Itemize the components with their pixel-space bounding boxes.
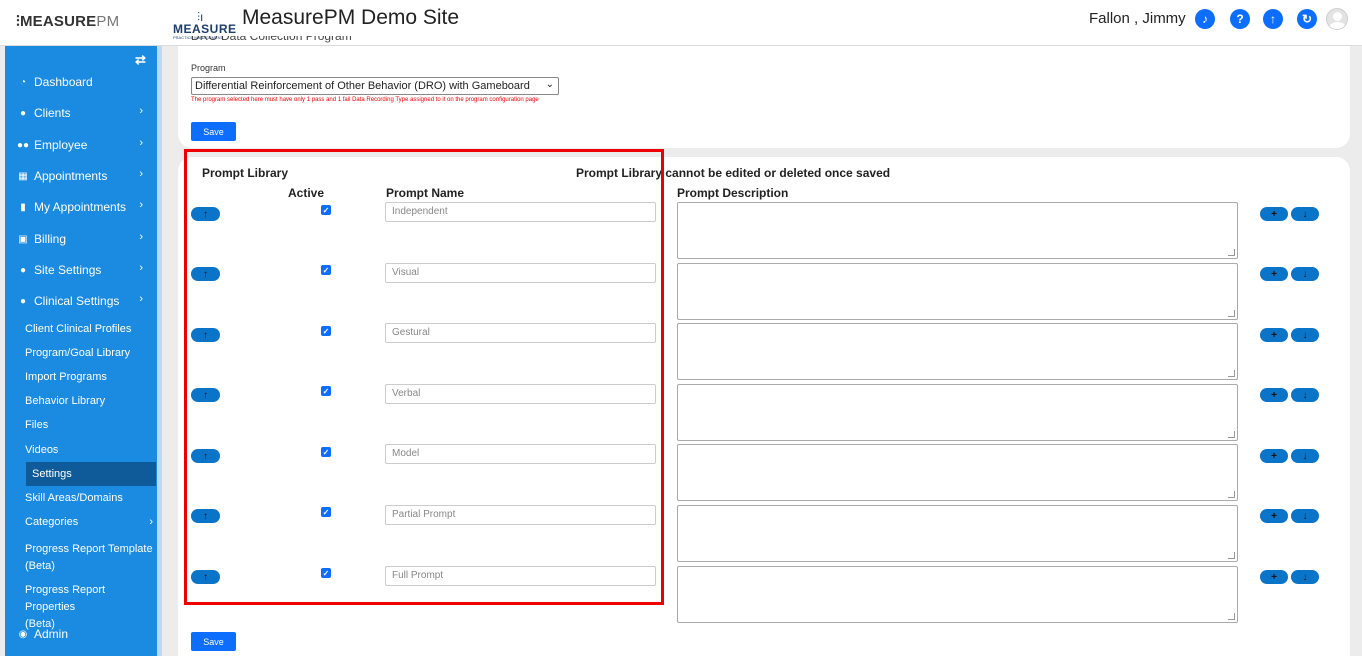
- prompt-description-textarea[interactable]: [677, 202, 1238, 259]
- user-circle-icon: ◉: [18, 628, 28, 640]
- sidebar-subitem-files[interactable]: Files: [25, 419, 48, 431]
- sidebar-item-employee[interactable]: ●● Employee ›: [5, 134, 157, 156]
- sidebar-item-clinical-settings[interactable]: ● Clinical Settings ›: [5, 290, 157, 312]
- sidebar-subitem-client-clinical-profiles[interactable]: Client Clinical Profiles: [25, 323, 131, 335]
- sidebar-subitem-videos[interactable]: Videos: [25, 444, 58, 456]
- highlight-box: [184, 149, 664, 605]
- chevron-right-icon: ›: [139, 199, 143, 211]
- upload-icon[interactable]: ↑: [1263, 9, 1283, 29]
- sidebar-subitem-skill-areas-domains[interactable]: Skill Areas/Domains: [25, 492, 123, 504]
- arrow-down-icon: ↓: [1302, 450, 1308, 462]
- sidebar-item-dashboard[interactable]: ◔ Dashboard: [5, 71, 157, 93]
- chevron-right-icon: ›: [139, 137, 143, 149]
- move-down-button[interactable]: ↓: [1291, 449, 1319, 463]
- sidebar-scrollbar[interactable]: [157, 46, 162, 656]
- user-icon: ●: [19, 107, 27, 119]
- page-title: MeasurePM Demo Site: [242, 6, 460, 29]
- arrow-down-icon: ↓: [1302, 389, 1308, 401]
- move-down-button[interactable]: ↓: [1291, 328, 1319, 342]
- sidebar-item-billing[interactable]: ▣ Billing ›: [5, 228, 157, 250]
- save-program-button[interactable]: Save: [191, 122, 236, 141]
- prompt-description-textarea[interactable]: [677, 566, 1238, 623]
- program-note: The program selected here must have only…: [191, 97, 539, 103]
- add-row-button[interactable]: +: [1260, 509, 1288, 523]
- help-icon[interactable]: ?: [1230, 9, 1250, 29]
- plus-icon: +: [1271, 389, 1277, 401]
- chevron-right-icon: ›: [139, 231, 143, 243]
- sidebar-brand-logo[interactable]: ⫶MEASUREPM: [16, 13, 119, 30]
- plus-icon: +: [1271, 329, 1277, 341]
- program-select[interactable]: Differential Reinforcement of Other Beha…: [191, 77, 559, 95]
- chevron-right-icon: ›: [139, 105, 143, 117]
- sidebar-item-clients[interactable]: ● Clients ›: [5, 102, 157, 124]
- book-icon: ▮: [20, 201, 26, 213]
- arrow-down-icon: ↓: [1302, 268, 1308, 280]
- sidebar-item-appointments[interactable]: ▦ Appointments ›: [5, 165, 157, 187]
- prompt-description-textarea[interactable]: [677, 444, 1238, 501]
- move-down-button[interactable]: ↓: [1291, 509, 1319, 523]
- avatar[interactable]: [1326, 8, 1348, 30]
- move-down-button[interactable]: ↓: [1291, 388, 1319, 402]
- chevron-right-icon: ›: [139, 293, 143, 305]
- sidebar-subitem-program-goal-library[interactable]: Program/Goal Library: [25, 347, 130, 359]
- plus-icon: +: [1271, 510, 1277, 522]
- add-row-button[interactable]: +: [1260, 328, 1288, 342]
- sidebar-toggle-icon[interactable]: ⇄: [135, 52, 146, 68]
- sidebar-subitem-settings[interactable]: Settings: [26, 462, 156, 486]
- add-row-button[interactable]: +: [1260, 267, 1288, 281]
- sidebar-item-site-settings[interactable]: ● Site Settings ›: [5, 259, 157, 281]
- sidebar-item-my-appointments[interactable]: ▮ My Appointments ›: [5, 196, 157, 218]
- bell-icon[interactable]: ♪: [1195, 9, 1215, 29]
- section-title: DRO Data Collection Program: [191, 36, 352, 43]
- arrow-down-icon: ↓: [1302, 208, 1308, 220]
- add-row-button[interactable]: +: [1260, 207, 1288, 221]
- sidebar-subitem-categories[interactable]: Categories ›: [25, 516, 153, 528]
- users-icon: ●●: [16, 139, 30, 151]
- dashboard-icon: ◔: [19, 76, 27, 88]
- sidebar-subitem-progress-report-template[interactable]: Progress Report Template (Beta): [25, 541, 153, 575]
- move-down-button[interactable]: ↓: [1291, 207, 1319, 221]
- prompt-description-textarea[interactable]: [677, 384, 1238, 441]
- chevron-right-icon: ›: [139, 262, 143, 274]
- user-icon: ●: [19, 295, 27, 307]
- add-row-button[interactable]: +: [1260, 388, 1288, 402]
- add-row-button[interactable]: +: [1260, 449, 1288, 463]
- plus-icon: +: [1271, 450, 1277, 462]
- move-down-button[interactable]: ↓: [1291, 267, 1319, 281]
- prompt-description-textarea[interactable]: [677, 263, 1238, 320]
- move-down-button[interactable]: ↓: [1291, 570, 1319, 584]
- save-prompt-library-button[interactable]: Save: [191, 632, 236, 651]
- arrow-down-icon: ↓: [1302, 571, 1308, 583]
- refresh-icon[interactable]: ↻: [1297, 9, 1317, 29]
- sidebar-subitem-behavior-library[interactable]: Behavior Library: [25, 395, 105, 407]
- sidebar-subitem-import-programs[interactable]: Import Programs: [25, 371, 107, 383]
- money-icon: ▣: [18, 233, 28, 245]
- user-icon: ●: [19, 264, 27, 276]
- add-row-button[interactable]: +: [1260, 570, 1288, 584]
- sidebar: ⇄ ◔ Dashboard ● Clients › ●● Employee › ▦ Appo…: [5, 46, 157, 656]
- user-name[interactable]: Fallon , Jimmy: [1089, 10, 1186, 27]
- prompt-description-textarea[interactable]: [677, 323, 1238, 380]
- plus-icon: +: [1271, 268, 1277, 280]
- prompt-description-textarea[interactable]: [677, 505, 1238, 562]
- arrow-down-icon: ↓: [1302, 510, 1308, 522]
- arrow-down-icon: ↓: [1302, 329, 1308, 341]
- calendar-icon: ▦: [18, 170, 28, 182]
- column-header-prompt-description: Prompt Description: [677, 186, 789, 200]
- sidebar-item-admin[interactable]: ◉ Admin: [5, 623, 157, 645]
- plus-icon: +: [1271, 208, 1277, 220]
- chevron-down-icon: ⌄: [545, 79, 554, 90]
- chevron-right-icon: ›: [149, 516, 153, 528]
- chevron-right-icon: ›: [139, 168, 143, 180]
- program-label: Program: [191, 63, 226, 73]
- plus-icon: +: [1271, 571, 1277, 583]
